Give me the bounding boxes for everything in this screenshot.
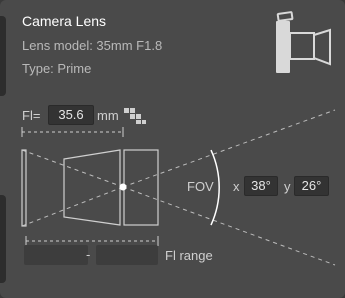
focal-length-label: Fl= <box>22 108 41 123</box>
focal-range-min-field[interactable] <box>24 245 88 265</box>
focal-range-separator: - <box>86 247 91 262</box>
fov-x-label: x <box>233 179 240 194</box>
camera-icon <box>276 11 331 73</box>
focal-range-max-field[interactable] <box>96 245 158 265</box>
focal-range-label: Fl range <box>165 248 213 263</box>
fov-y-label: y <box>284 179 291 194</box>
lens-type-text: Type: Prime <box>22 61 92 76</box>
fov-label: FOV <box>187 179 214 194</box>
panel-title: Camera Lens <box>22 13 107 29</box>
left-edge-tab <box>0 16 6 96</box>
grid-icon[interactable] <box>124 108 146 124</box>
focal-length-input[interactable]: 35.6 <box>48 105 94 125</box>
left-edge-tab <box>0 195 6 283</box>
lens-model-text: Lens model: 35mm F1.8 <box>22 38 163 53</box>
fov-y-value[interactable]: 26° <box>294 176 329 196</box>
focal-length-unit: mm <box>97 108 119 123</box>
fov-x-value[interactable]: 38° <box>244 176 278 196</box>
